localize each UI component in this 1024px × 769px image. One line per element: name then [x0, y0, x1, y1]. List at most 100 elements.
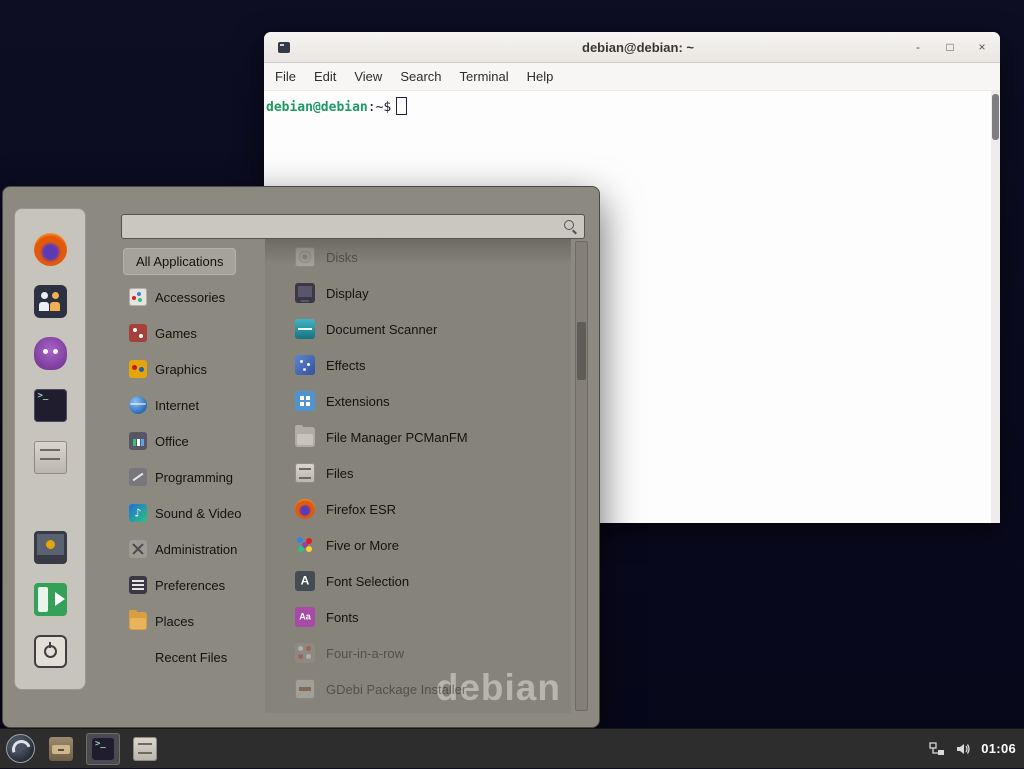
category-label: Preferences — [155, 578, 225, 593]
terminal-titlebar[interactable]: debian@debian: ~ - □ × — [264, 32, 1000, 63]
category-item[interactable]: Internet — [121, 387, 265, 423]
application-list: Disks Display Document Scanner Effects — [265, 239, 571, 713]
file-manager-launcher[interactable] — [44, 733, 78, 765]
menubar-item[interactable]: Search — [391, 63, 450, 90]
favorite-firefox[interactable] — [32, 231, 68, 267]
category-item[interactable]: Places — [121, 603, 265, 639]
files-launcher[interactable] — [128, 733, 162, 765]
menubar-item[interactable]: Edit — [305, 63, 345, 90]
disks-icon — [295, 247, 315, 267]
maximize-button[interactable]: □ — [942, 41, 958, 53]
prompt-user-host: debian@debian — [266, 100, 368, 115]
category-item[interactable]: Games — [121, 315, 265, 351]
application-list-scrollbar-thumb[interactable] — [577, 322, 586, 380]
menubar-item[interactable]: Terminal — [451, 63, 518, 90]
gdebi-icon — [295, 679, 315, 699]
search-input[interactable] — [121, 214, 585, 239]
application-item[interactable]: Display — [265, 275, 571, 311]
favorite-files[interactable] — [32, 439, 68, 475]
file-manager-icon — [295, 427, 315, 447]
programming-icon — [129, 468, 147, 486]
application-item[interactable]: File Manager PCManFM — [265, 419, 571, 455]
application-label: Fonts — [326, 610, 359, 625]
category-item[interactable]: Office — [121, 423, 265, 459]
category-item[interactable]: Programming — [121, 459, 265, 495]
application-label: Disks — [326, 250, 358, 265]
application-item[interactable]: Font Selection — [265, 563, 571, 599]
category-item[interactable]: Accessories — [121, 279, 265, 315]
application-label: Display — [326, 286, 369, 301]
purple-app-icon — [34, 337, 67, 370]
application-item[interactable]: Effects — [265, 347, 571, 383]
application-item[interactable]: Firefox ESR — [265, 491, 571, 527]
places-icon — [129, 612, 147, 630]
category-item[interactable]: Administration — [121, 531, 265, 567]
application-label: Four-in-a-row — [326, 646, 404, 661]
application-label: Files — [326, 466, 353, 481]
application-item[interactable]: Files — [265, 455, 571, 491]
display-icon — [295, 283, 315, 303]
application-item[interactable]: Disks — [265, 239, 571, 275]
terminal-menubar: File Edit View Search Terminal Help — [264, 63, 1000, 91]
magnifier-icon — [563, 219, 578, 234]
application-item[interactable]: Extensions — [265, 383, 571, 419]
favorite-terminal[interactable] — [32, 387, 68, 423]
favorite-users-app[interactable] — [32, 283, 68, 319]
category-item[interactable]: All Applications — [123, 248, 236, 275]
terminal-launcher[interactable] — [86, 733, 120, 765]
menubar-item[interactable]: View — [345, 63, 391, 90]
application-item[interactable]: Five or More — [265, 527, 571, 563]
users-app-icon — [34, 285, 67, 318]
firefox-icon — [295, 499, 315, 519]
clock[interactable]: 01:06 — [981, 741, 1016, 756]
log-out-button[interactable] — [32, 581, 68, 617]
menubar-item[interactable]: Help — [518, 63, 563, 90]
category-label: Places — [155, 614, 194, 629]
application-item[interactable]: Fonts — [265, 599, 571, 635]
panel-launchers — [44, 733, 162, 765]
category-label: Internet — [155, 398, 199, 413]
internet-icon — [129, 396, 147, 414]
volume-icon[interactable] — [955, 741, 971, 757]
application-label: GDebi Package Installer — [326, 682, 466, 697]
category-item[interactable]: Sound & Video — [121, 495, 265, 531]
files-icon — [295, 463, 315, 483]
application-label: Firefox ESR — [326, 502, 396, 517]
category-label: Office — [155, 434, 189, 449]
application-label: Font Selection — [326, 574, 409, 589]
shut-down-button[interactable] — [32, 633, 68, 669]
administration-icon — [129, 540, 147, 558]
close-button[interactable]: × — [974, 41, 990, 53]
network-icon[interactable] — [929, 741, 945, 757]
effects-icon — [295, 355, 315, 375]
search-bar — [121, 214, 585, 239]
file-cabinet-icon — [133, 737, 157, 761]
terminal-scrollbar-thumb[interactable] — [992, 94, 999, 140]
application-item[interactable]: Four-in-a-row — [265, 635, 571, 671]
category-item[interactable]: Recent Files — [121, 639, 265, 675]
menu-button[interactable] — [0, 729, 40, 769]
preferences-icon — [129, 576, 147, 594]
category-item[interactable]: Preferences — [121, 567, 265, 603]
category-label: Sound & Video — [155, 506, 242, 521]
favorites-list — [15, 231, 85, 475]
font-selection-icon — [295, 571, 315, 591]
firefox-icon — [34, 233, 67, 266]
application-list-scrollbar[interactable] — [575, 241, 588, 711]
extensions-icon — [295, 391, 315, 411]
category-label: Graphics — [155, 362, 207, 377]
session-buttons — [15, 529, 85, 669]
application-item[interactable]: Document Scanner — [265, 311, 571, 347]
terminal-scrollbar[interactable] — [991, 91, 1000, 523]
graphics-icon — [129, 360, 147, 378]
prompt-suffix: :~$ — [368, 100, 391, 115]
minimize-button[interactable]: - — [910, 41, 926, 53]
category-item[interactable]: Graphics — [121, 351, 265, 387]
terminal-icon — [91, 737, 115, 761]
menubar-item[interactable]: File — [266, 63, 305, 90]
application-item[interactable]: GDebi Package Installer — [265, 671, 571, 707]
favorite-purple-app[interactable] — [32, 335, 68, 371]
category-label: All Applications — [136, 254, 223, 269]
office-icon — [129, 432, 147, 450]
lock-screen-button[interactable] — [32, 529, 68, 565]
